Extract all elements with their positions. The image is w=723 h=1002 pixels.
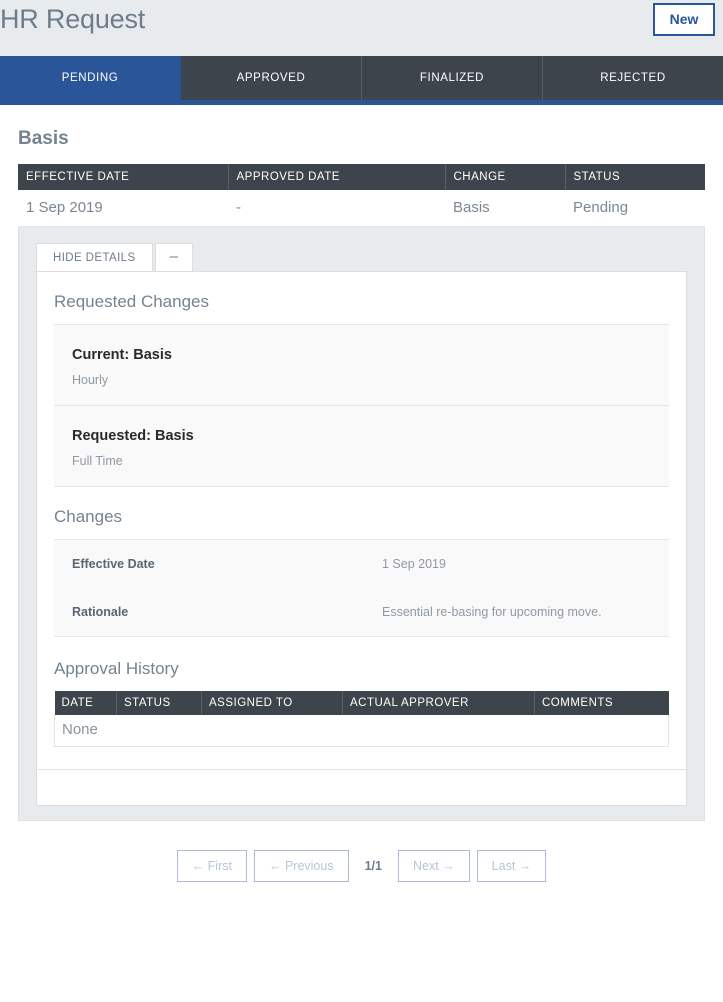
detail-panel: HIDE DETAILS – Requested Changes Current… (18, 227, 705, 821)
changes-table: Effective Date 1 Sep 2019 Rationale Esse… (54, 540, 669, 636)
pagination: ← First ← Previous 1/1 Next → Last → (0, 850, 723, 882)
changes-box: Effective Date 1 Sep 2019 Rationale Esse… (54, 539, 669, 636)
pagination-last-button[interactable]: Last → (476, 850, 547, 882)
pagination-previous-button[interactable]: ← Previous (253, 850, 349, 882)
detail-card-footer (37, 769, 686, 805)
request-table: EFFECTIVE DATE APPROVED DATE CHANGE STAT… (18, 164, 705, 227)
cell-effective-date: 1 Sep 2019 (18, 190, 228, 227)
new-button[interactable]: New (653, 3, 715, 36)
requested-basis-label: Requested: Basis (72, 428, 194, 444)
column-status: STATUS (116, 691, 202, 715)
column-assigned-to: ASSIGNED TO (201, 691, 343, 715)
changes-rationale-value: Essential re-basing for upcoming move. (382, 605, 602, 619)
pagination-next-button[interactable]: Next → (397, 850, 470, 882)
column-date: DATE (54, 691, 117, 715)
tab-approved[interactable]: APPROVED (181, 56, 362, 100)
page-header: HR Request New (0, 0, 723, 56)
current-basis-label: Current: Basis (72, 347, 172, 363)
page-title: HR Request (0, 4, 146, 34)
changes-rationale-label: Rationale (72, 605, 129, 619)
table-row: Rationale Essential re-basing for upcomi… (54, 588, 669, 636)
column-status: STATUS (565, 164, 705, 190)
requested-changes-requested-block: Requested: Basis Full Time (54, 405, 669, 486)
approval-history-table: DATE STATUS ASSIGNED TO ACTUAL APPROVER … (54, 691, 669, 747)
cell-status: Pending (565, 190, 705, 227)
detail-card: Requested Changes Current: Basis Hourly … (36, 271, 687, 806)
status-tab-bar: PENDING APPROVED FINALIZED REJECTED (0, 56, 723, 100)
pagination-indicator: 1/1 (364, 859, 382, 873)
approval-history-section: Approval History DATE STATUS ASSIGNED TO… (54, 637, 669, 747)
approval-history-title: Approval History (54, 659, 179, 678)
current-basis-value: Hourly (72, 373, 109, 387)
detail-tab-strip: HIDE DETAILS – (36, 243, 687, 271)
table-row: None (54, 715, 669, 747)
tab-rejected[interactable]: REJECTED (543, 56, 723, 100)
hide-details-button[interactable]: HIDE DETAILS (36, 243, 153, 271)
column-actual-approver: ACTUAL APPROVER (342, 691, 535, 715)
approval-history-empty: None (54, 715, 669, 747)
tab-underline (0, 100, 723, 105)
column-change: CHANGE (445, 164, 566, 190)
column-effective-date: EFFECTIVE DATE (18, 164, 229, 190)
table-row[interactable]: 1 Sep 2019 - Basis Pending (18, 190, 705, 227)
cell-approved-date: - (228, 190, 445, 227)
changes-effective-date-label: Effective Date (72, 557, 155, 571)
request-table-header-row: EFFECTIVE DATE APPROVED DATE CHANGE STAT… (18, 164, 705, 190)
changes-title: Changes (54, 507, 123, 526)
pagination-first-button[interactable]: ← First (176, 850, 247, 882)
collapse-minus-icon[interactable]: – (154, 243, 194, 271)
requested-changes-current-block: Current: Basis Hourly (54, 324, 669, 405)
requested-basis-value: Full Time (72, 454, 123, 468)
section-title: Basis (18, 128, 69, 149)
column-approved-date: APPROVED DATE (228, 164, 446, 190)
table-row: Effective Date 1 Sep 2019 (54, 540, 669, 588)
column-comments: COMMENTS (534, 691, 669, 715)
tab-pending[interactable]: PENDING (0, 56, 181, 100)
tab-finalized[interactable]: FINALIZED (362, 56, 543, 100)
requested-changes-title: Requested Changes (54, 292, 210, 311)
changes-effective-date-value: 1 Sep 2019 (382, 557, 446, 571)
cell-change: Basis (445, 190, 565, 227)
approval-table-header-row: DATE STATUS ASSIGNED TO ACTUAL APPROVER … (54, 691, 669, 715)
